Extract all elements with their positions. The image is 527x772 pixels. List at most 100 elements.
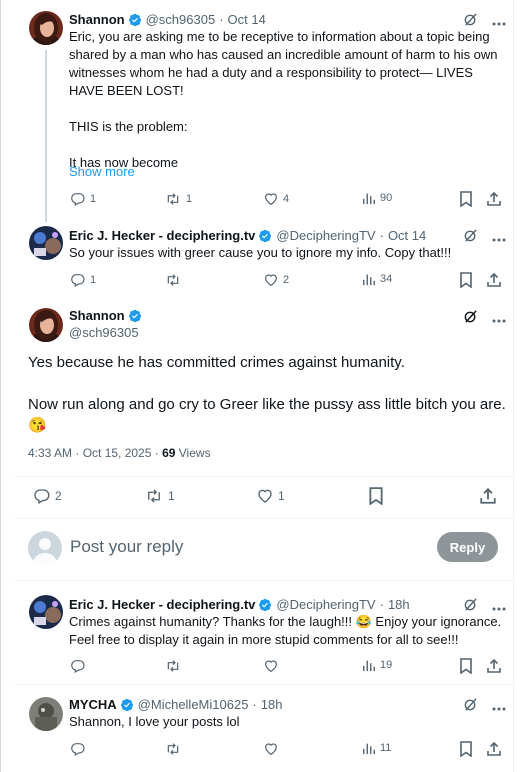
views-count: 11 bbox=[380, 742, 392, 754]
like-button[interactable]: 4 bbox=[263, 191, 289, 207]
views-icon bbox=[363, 660, 375, 672]
timeline-border-right bbox=[513, 0, 514, 772]
share-button[interactable] bbox=[486, 741, 502, 757]
share-icon bbox=[487, 272, 501, 287]
tweet-text: Shannon, I love your posts lol bbox=[69, 714, 240, 729]
bookmark-icon bbox=[460, 272, 472, 288]
emoji: 😘 bbox=[28, 417, 47, 434]
separator-dot: · bbox=[219, 12, 224, 27]
author-handle[interactable]: @sch96305 bbox=[146, 12, 216, 27]
views-label: Views bbox=[175, 446, 211, 460]
tweet-eric-parent[interactable]: Eric J. Hecker - deciphering.tv @Deciphe… bbox=[0, 218, 514, 300]
bookmark-button[interactable] bbox=[459, 658, 473, 674]
bookmark-button[interactable] bbox=[459, 191, 473, 207]
views-button[interactable]: 11 bbox=[362, 741, 391, 755]
views-count: 34 bbox=[380, 273, 393, 285]
tweet-timestamp: 4:33 AM · Oct 15, 2025 · 69 Views bbox=[28, 446, 211, 460]
retweet-icon bbox=[148, 489, 160, 503]
bookmark-icon bbox=[369, 487, 383, 505]
bookmark-button[interactable] bbox=[459, 272, 473, 288]
show-more-link[interactable]: Show more bbox=[69, 164, 135, 179]
author-name[interactable]: Shannon bbox=[69, 12, 125, 27]
reply-tweet[interactable]: MYCHA @MichelleMi10625 · 18h Shannon, I … bbox=[0, 685, 514, 772]
separator-dot: · bbox=[379, 597, 384, 612]
verified-icon bbox=[120, 698, 134, 712]
retweet-button[interactable] bbox=[164, 272, 182, 288]
like-count: 1 bbox=[278, 489, 285, 503]
share-button[interactable] bbox=[486, 191, 502, 207]
avatar bbox=[28, 531, 62, 569]
tweet-header: Shannon bbox=[69, 308, 146, 323]
retweet-button[interactable] bbox=[164, 741, 182, 757]
reply-count: 1 bbox=[90, 193, 97, 205]
share-button[interactable] bbox=[486, 272, 502, 288]
like-count: 2 bbox=[283, 274, 290, 286]
author-handle[interactable]: @DecipheringTV bbox=[276, 597, 375, 612]
bookmark-button[interactable] bbox=[368, 487, 384, 505]
like-button[interactable] bbox=[263, 741, 279, 757]
more-icon[interactable] bbox=[492, 310, 506, 328]
tweet-text: Crimes against humanity? Thanks for the … bbox=[69, 614, 502, 647]
retweet-button[interactable] bbox=[164, 658, 182, 674]
reply-input[interactable]: Post your reply bbox=[70, 537, 183, 557]
tweet-time[interactable]: Oct 14 bbox=[228, 12, 266, 27]
share-button[interactable] bbox=[486, 658, 502, 674]
author-name[interactable]: Shannon bbox=[69, 308, 125, 323]
views-icon bbox=[363, 274, 375, 286]
avatar[interactable] bbox=[29, 595, 63, 629]
divider bbox=[14, 518, 514, 519]
reply-composer: Post your reply Reply bbox=[14, 521, 514, 579]
tweet-text: Eric, you are asking me to be receptive … bbox=[69, 29, 498, 170]
bookmark-button[interactable] bbox=[459, 741, 473, 757]
reply-count: 2 bbox=[55, 489, 62, 503]
retweet-icon bbox=[167, 660, 179, 672]
reply-tweet[interactable]: Eric J. Hecker - deciphering.tv @Deciphe… bbox=[0, 583, 514, 683]
reply-button[interactable]: 1 bbox=[70, 272, 96, 288]
retweet-button[interactable]: 1 bbox=[144, 487, 175, 505]
reply-icon bbox=[71, 193, 85, 207]
verified-icon bbox=[258, 229, 272, 243]
tweet-time[interactable]: 18h bbox=[388, 597, 410, 612]
views-button[interactable]: 19 bbox=[362, 658, 392, 672]
retweet-button[interactable]: 1 bbox=[164, 191, 192, 207]
avatar[interactable] bbox=[29, 308, 63, 342]
share-icon bbox=[487, 741, 501, 756]
like-icon bbox=[265, 193, 277, 206]
reply-button[interactable]: 1 bbox=[70, 191, 96, 207]
author-handle[interactable]: @DecipheringTV bbox=[276, 228, 375, 243]
views-count: 90 bbox=[380, 192, 393, 204]
author-name[interactable]: MYCHA bbox=[69, 697, 117, 712]
author-handle[interactable]: @MichelleMi10625 bbox=[138, 697, 249, 712]
avatar[interactable] bbox=[29, 697, 63, 731]
views-button[interactable]: 34 bbox=[362, 272, 392, 286]
timestamp-text[interactable]: 4:33 AM · Oct 15, 2025 · bbox=[28, 446, 162, 460]
tweet-time[interactable]: Oct 14 bbox=[388, 228, 426, 243]
views-button[interactable]: 90 bbox=[362, 191, 392, 205]
retweet-icon bbox=[167, 743, 179, 755]
avatar[interactable] bbox=[29, 11, 63, 45]
like-button[interactable]: 1 bbox=[256, 487, 285, 505]
verified-icon bbox=[128, 309, 142, 323]
tweet-shannon-parent[interactable]: Shannon @sch96305 · Oct 14 Eric, you are… bbox=[0, 0, 514, 222]
share-icon bbox=[487, 658, 501, 673]
author-handle[interactable]: @sch96305 bbox=[69, 325, 139, 340]
author-name[interactable]: Eric J. Hecker - deciphering.tv bbox=[69, 228, 255, 243]
reply-button[interactable] bbox=[70, 658, 86, 674]
reply-submit-button[interactable]: Reply bbox=[437, 532, 498, 562]
reply-button[interactable] bbox=[70, 741, 86, 757]
tweet-text: So your issues with greer cause you to i… bbox=[69, 245, 452, 260]
reply-icon bbox=[71, 743, 85, 757]
reply-button[interactable]: 2 bbox=[33, 487, 62, 505]
tweet-text: Yes because he has committed crimes agai… bbox=[28, 354, 506, 413]
divider bbox=[14, 580, 514, 581]
like-button[interactable] bbox=[263, 658, 279, 674]
separator-dot: · bbox=[379, 228, 384, 243]
author-name[interactable]: Eric J. Hecker - deciphering.tv bbox=[69, 597, 255, 612]
divider bbox=[14, 476, 514, 477]
share-button[interactable] bbox=[479, 487, 497, 505]
avatar[interactable] bbox=[29, 226, 63, 260]
tweet-time[interactable]: 18h bbox=[261, 697, 283, 712]
grok-icon[interactable] bbox=[463, 309, 478, 329]
like-button[interactable]: 2 bbox=[263, 272, 289, 288]
tweet-header: Shannon @sch96305 · Oct 14 bbox=[69, 12, 266, 27]
